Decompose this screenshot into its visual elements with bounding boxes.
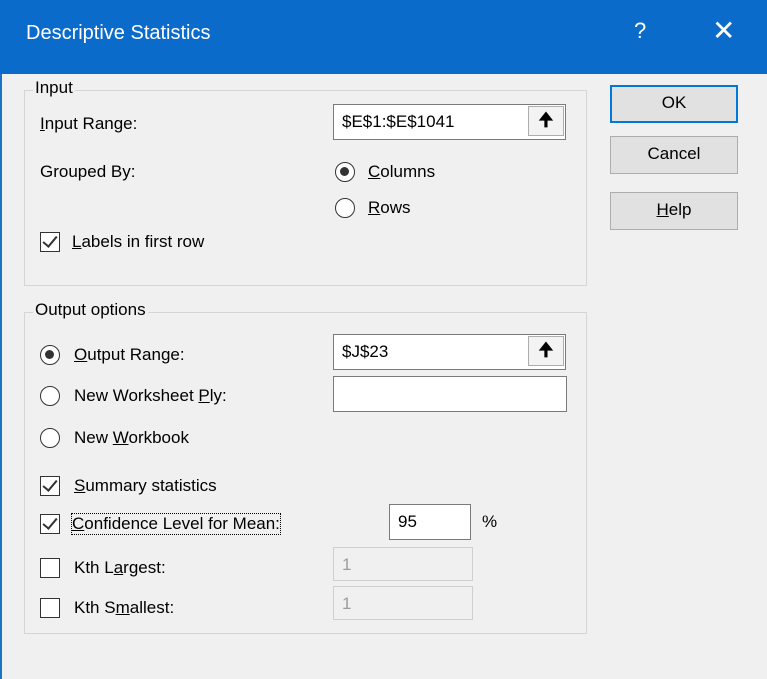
rows-radio[interactable] bbox=[335, 198, 355, 218]
grouped-by-label: Grouped By: bbox=[40, 162, 136, 181]
output-range-value: $J$23 bbox=[342, 342, 389, 361]
output-range-collapse-button[interactable]: 🠉 bbox=[528, 336, 564, 366]
labels-first-row-label: Labels in first row bbox=[72, 232, 205, 251]
input-range-value: $E$1:$E$1041 bbox=[342, 112, 455, 131]
kth-largest-field[interactable]: 1 bbox=[333, 547, 473, 581]
confidence-level-checkbox[interactable] bbox=[40, 514, 60, 534]
output-range-label: Output Range: bbox=[74, 345, 185, 364]
close-icon[interactable]: ✕ bbox=[712, 14, 735, 47]
kth-smallest-value: 1 bbox=[342, 594, 352, 613]
new-worksheet-field[interactable] bbox=[333, 376, 567, 412]
kth-smallest-field[interactable]: 1 bbox=[333, 586, 473, 620]
confidence-level-field[interactable]: 95 bbox=[389, 504, 471, 540]
labels-first-row-checkbox[interactable] bbox=[40, 232, 60, 252]
dialog-title: Descriptive Statistics bbox=[26, 22, 211, 44]
cancel-button[interactable]: Cancel bbox=[610, 136, 738, 174]
kth-largest-label: Kth Largest: bbox=[74, 558, 166, 577]
percent-sign: % bbox=[482, 512, 498, 531]
kth-smallest-checkbox[interactable] bbox=[40, 598, 60, 618]
descriptive-statistics-dialog: Descriptive Statistics ? ✕ Input Input R… bbox=[0, 0, 767, 679]
rows-label: Rows bbox=[368, 198, 411, 217]
help-icon[interactable]: ? bbox=[634, 18, 646, 44]
summary-statistics-checkbox[interactable] bbox=[40, 476, 60, 496]
help-button[interactable]: Help bbox=[610, 192, 738, 230]
columns-label: Columns bbox=[368, 162, 436, 181]
new-worksheet-radio[interactable] bbox=[40, 386, 60, 406]
columns-radio[interactable] bbox=[335, 162, 355, 182]
input-range-label: Input Range: bbox=[40, 114, 138, 133]
new-workbook-radio[interactable] bbox=[40, 428, 60, 448]
kth-largest-checkbox[interactable] bbox=[40, 558, 60, 578]
input-group-label: Input bbox=[33, 78, 75, 98]
confidence-level-value: 95 bbox=[398, 512, 417, 531]
summary-statistics-label: Summary statistics bbox=[74, 476, 217, 495]
input-range-collapse-button[interactable]: 🠉 bbox=[528, 106, 564, 136]
ok-button[interactable]: OK bbox=[610, 85, 738, 123]
kth-largest-value: 1 bbox=[342, 555, 352, 574]
output-options-label: Output options bbox=[33, 300, 148, 320]
output-range-field[interactable]: $J$23 🠉 bbox=[333, 334, 566, 370]
confidence-level-label: Confidence Level for Mean: bbox=[71, 513, 281, 535]
new-workbook-label: New Workbook bbox=[74, 428, 189, 447]
title-bar: Descriptive Statistics ? ✕ bbox=[0, 0, 767, 74]
new-worksheet-label: New Worksheet Ply: bbox=[74, 386, 227, 405]
output-range-radio[interactable] bbox=[40, 345, 60, 365]
input-range-field[interactable]: $E$1:$E$1041 🠉 bbox=[333, 104, 566, 140]
kth-smallest-label: Kth Smallest: bbox=[74, 598, 175, 617]
